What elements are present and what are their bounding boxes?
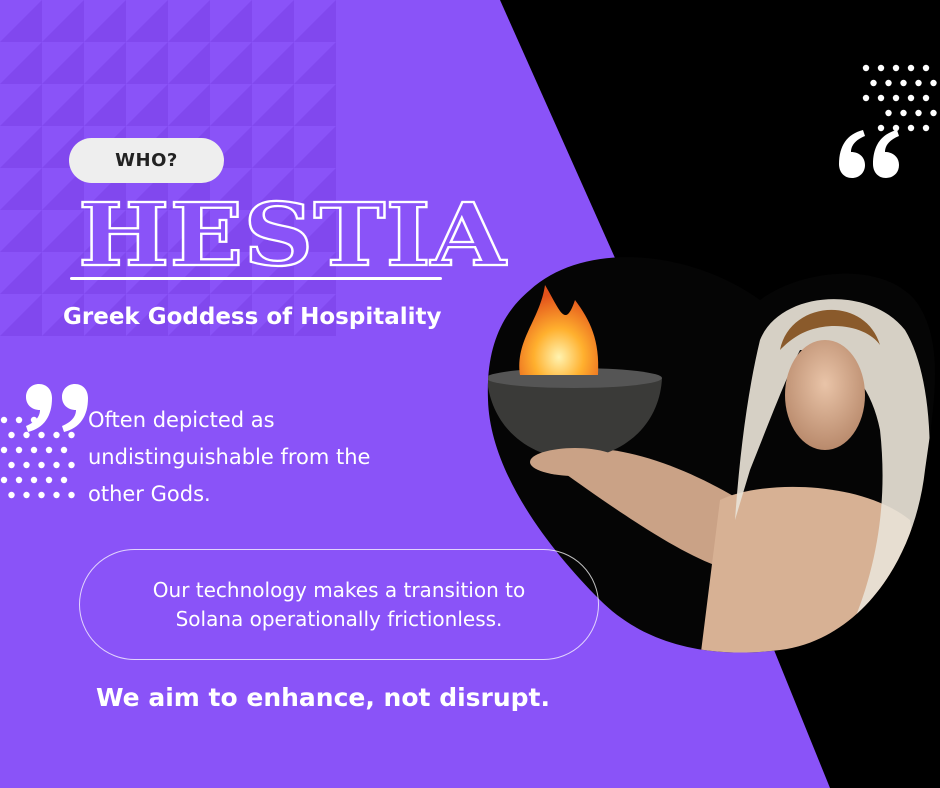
who-badge-label: WHO? bbox=[115, 150, 178, 171]
pattern-dot bbox=[885, 79, 892, 87]
pattern-dot bbox=[907, 124, 915, 132]
pattern-dot bbox=[15, 476, 23, 484]
pattern-dot bbox=[45, 446, 53, 454]
pattern-dot bbox=[877, 94, 885, 102]
pattern-dot bbox=[907, 64, 915, 72]
pattern-dot bbox=[8, 491, 15, 499]
pattern-dot bbox=[15, 416, 23, 424]
who-badge: WHO? bbox=[69, 138, 224, 183]
pattern-dot bbox=[60, 476, 68, 484]
quote-mark-icon bbox=[26, 384, 88, 432]
pattern-dot bbox=[862, 94, 870, 102]
pattern-dot bbox=[8, 431, 15, 439]
quote-mark-icon bbox=[839, 130, 899, 178]
page-title: HESTIA bbox=[78, 195, 508, 275]
pattern-dot bbox=[870, 79, 877, 87]
pattern-dot bbox=[922, 124, 930, 132]
pattern-dot bbox=[38, 461, 45, 469]
callout-box: Our technology makes a transition to Sol… bbox=[79, 549, 599, 660]
pattern-dot bbox=[907, 94, 915, 102]
pattern-dot bbox=[30, 476, 38, 484]
description-line: undistinguishable from the bbox=[88, 445, 371, 469]
pattern-dot bbox=[915, 79, 922, 87]
pattern-dot bbox=[900, 109, 907, 117]
pattern-dot bbox=[23, 461, 30, 469]
pattern-dot bbox=[0, 446, 8, 454]
pattern-dot bbox=[877, 64, 885, 72]
tagline: We aim to enhance, not disrupt. bbox=[96, 683, 551, 712]
pattern-dot bbox=[30, 446, 38, 454]
title-underline bbox=[70, 277, 442, 280]
hestia-title: HESTIA bbox=[78, 195, 507, 275]
pattern-dot bbox=[60, 446, 68, 454]
pattern-dot bbox=[68, 491, 75, 499]
pattern-dot bbox=[892, 64, 900, 72]
pattern-dot bbox=[38, 491, 45, 499]
callout-line: Solana operationally frictionless. bbox=[175, 606, 503, 631]
pattern-dot bbox=[915, 109, 922, 117]
description: Often depicted as undistinguishable from… bbox=[88, 402, 448, 513]
dot-patterns bbox=[0, 64, 937, 499]
pattern-dot bbox=[68, 461, 75, 469]
pattern-dot bbox=[862, 64, 870, 72]
description-line: Often depicted as bbox=[88, 408, 275, 432]
pattern-dot bbox=[53, 461, 60, 469]
pattern-dot bbox=[900, 79, 907, 87]
callout-line: Our technology makes a transition to bbox=[152, 577, 526, 602]
pattern-dot bbox=[8, 461, 15, 469]
pattern-dot bbox=[45, 476, 53, 484]
poster: WHO? HESTIA Greek Goddess of Hospitality… bbox=[0, 0, 940, 788]
pattern-dot bbox=[0, 476, 8, 484]
pattern-dot bbox=[885, 109, 892, 117]
pattern-dot bbox=[15, 446, 23, 454]
pattern-dot bbox=[930, 109, 937, 117]
description-line: other Gods. bbox=[88, 482, 211, 506]
pattern-dot bbox=[892, 94, 900, 102]
pattern-dot bbox=[53, 491, 60, 499]
dot-pattern-right bbox=[862, 64, 937, 132]
pattern-dot bbox=[930, 79, 937, 87]
pattern-dot bbox=[0, 416, 8, 424]
pattern-dot bbox=[922, 94, 930, 102]
pattern-dot bbox=[922, 64, 930, 72]
pattern-dot bbox=[23, 491, 30, 499]
subtitle: Greek Goddess of Hospitality bbox=[63, 304, 442, 330]
